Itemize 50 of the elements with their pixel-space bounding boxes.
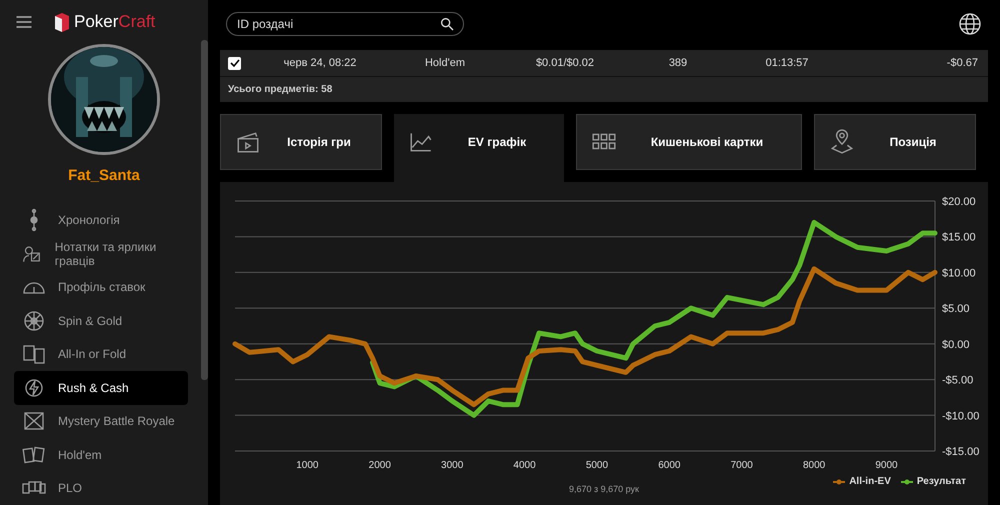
sidebar-item[interactable]: Mystery Battle Royale xyxy=(14,404,188,438)
x-tick-label: 2000 xyxy=(368,460,391,471)
x-tick-label: 1000 xyxy=(296,460,319,471)
table-cell-text: 389 xyxy=(668,57,688,69)
location-pin-icon xyxy=(829,129,855,155)
tab[interactable]: Історія гри xyxy=(220,114,382,170)
logo-icon xyxy=(54,12,70,32)
checkbox[interactable] xyxy=(228,56,241,70)
sidebar-item[interactable]: Rush & Cash xyxy=(14,371,188,404)
tab[interactable]: Позиція xyxy=(814,114,976,170)
x-tick-label: 6000 xyxy=(658,460,680,471)
y-tick-label: $0.00 xyxy=(942,338,970,351)
y-tick-label: -$5.00 xyxy=(942,374,974,387)
x-tick-label: 8000 xyxy=(802,460,826,471)
username: Fat_Santa xyxy=(68,166,140,184)
tab[interactable]: Кишенькові картки xyxy=(576,114,802,170)
logo-text: PokerCraft xyxy=(74,12,156,32)
legend-label[interactable]: Результат xyxy=(916,476,966,487)
total-count: Усього предметів: 58 xyxy=(227,83,334,97)
legend-label[interactable]: All-in-EV xyxy=(849,476,891,487)
wheel-icon xyxy=(22,308,46,333)
sidebar-item[interactable]: Spin & Gold xyxy=(14,304,188,338)
globe-icon xyxy=(958,12,982,36)
sidebar-item[interactable]: All-In or Fold xyxy=(14,338,188,371)
hand-count: 9,670 з 9,670 рук xyxy=(568,484,640,494)
table-cell-text: $0.01/$0.02 xyxy=(534,57,596,69)
sidebar-item[interactable]: Нотатки та ярлики гравців xyxy=(14,237,188,270)
table-cell-text: -$0.67 xyxy=(946,57,979,69)
search-icon xyxy=(439,16,455,32)
x-tick-label: 5000 xyxy=(586,460,608,471)
y-tick-label: -$15.00 xyxy=(942,446,980,458)
scrollbar[interactable] xyxy=(201,40,208,380)
y-tick-label: $20.00 xyxy=(942,196,976,208)
x-tick-label: 3000 xyxy=(441,460,464,471)
table-cell-text: 01:13:57 xyxy=(764,57,810,69)
table-cell-text: Hold'em xyxy=(424,57,466,69)
y-tick-label: $15.00 xyxy=(942,232,976,244)
search-field[interactable]: ID роздачі xyxy=(226,12,464,36)
sidebar-item[interactable]: PLO xyxy=(14,472,188,505)
sidebar-item[interactable]: Хронологія xyxy=(14,204,188,237)
x-tick-label: 9000 xyxy=(875,460,898,471)
y-tick-label: $5.00 xyxy=(942,303,970,316)
table-cell-text: черв 24, 08:22 xyxy=(282,57,358,69)
sidebar-item[interactable]: Профіль ставок xyxy=(14,270,188,304)
sidebar-item[interactable]: Hold'em xyxy=(14,438,188,472)
y-tick-label: -$10.00 xyxy=(942,410,980,422)
x-tick-label: 7000 xyxy=(730,460,753,471)
tab[interactable]: EV графік xyxy=(394,114,564,182)
x-tick-label: 4000 xyxy=(513,460,536,471)
y-tick-label: $10.00 xyxy=(942,267,976,280)
